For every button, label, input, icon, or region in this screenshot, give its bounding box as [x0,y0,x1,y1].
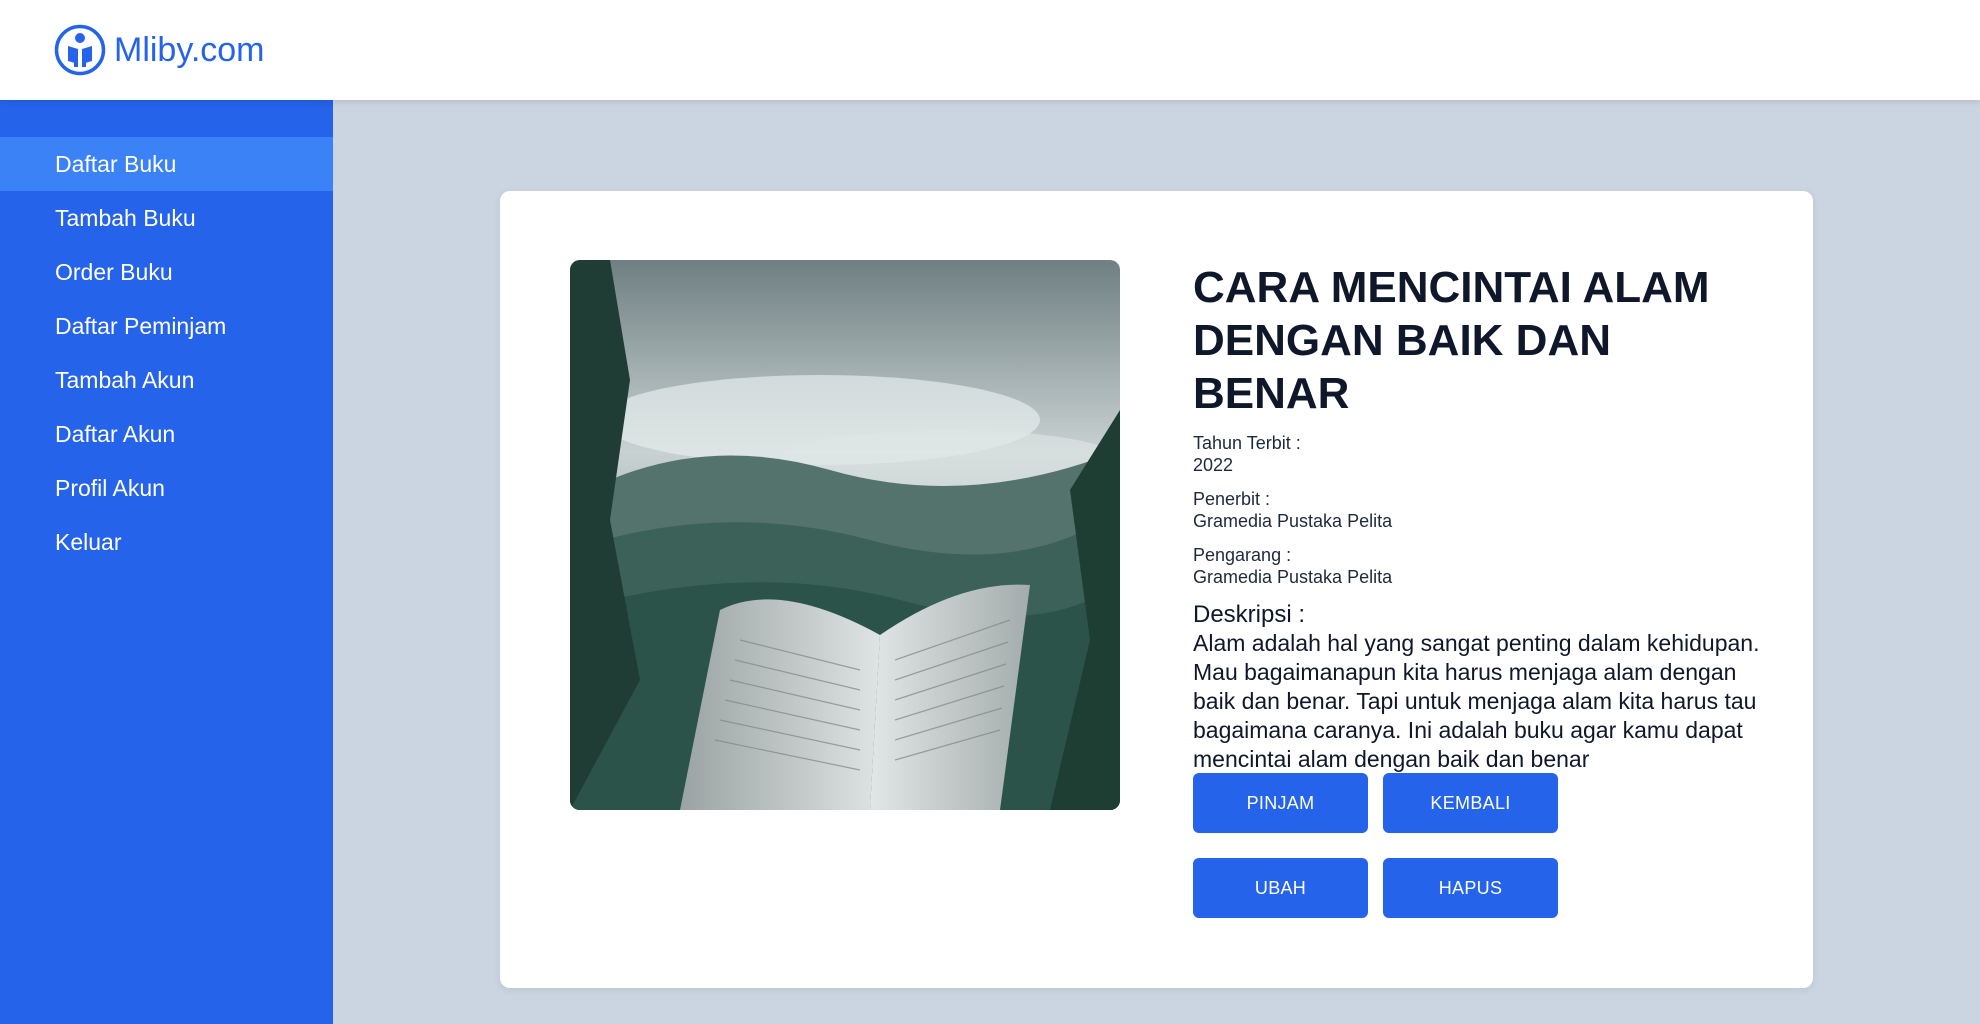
delete-button[interactable]: HAPUS [1383,858,1558,918]
year-label: Tahun Terbit : [1193,433,1301,453]
sidebar-item-daftar-peminjam[interactable]: Daftar Peminjam [0,299,333,353]
edit-button[interactable]: UBAH [1193,858,1368,918]
description-label: Deskripsi : [1193,601,1306,628]
description-text: Alam adalah hal yang sangat penting dala… [1193,630,1760,772]
book-description: Deskripsi : Alam adalah hal yang sangat … [1193,600,1763,774]
book-info: CARA MENCINTAI ALAM DENGAN BAIK DAN BENA… [1193,261,1763,774]
sidebar: Daftar Buku Tambah Buku Order Buku Dafta… [0,100,333,1024]
borrow-button[interactable]: PINJAM [1193,773,1368,833]
sidebar-item-daftar-akun[interactable]: Daftar Akun [0,407,333,461]
year-value: 2022 [1193,455,1234,475]
sidebar-item-order-buku[interactable]: Order Buku [0,245,333,299]
action-row-2: UBAH HAPUS [1193,858,1558,918]
book-publisher: Penerbit : Gramedia Pustaka Pelita [1193,488,1763,532]
sidebar-item-tambah-akun[interactable]: Tambah Akun [0,353,333,407]
book-author: Pengarang : Gramedia Pustaka Pelita [1193,544,1763,588]
sidebar-item-tambah-buku[interactable]: Tambah Buku [0,191,333,245]
publisher-value: Gramedia Pustaka Pelita [1193,511,1393,531]
action-row-1: PINJAM KEMBALI [1193,773,1558,833]
sidebar-item-daftar-buku[interactable]: Daftar Buku [0,137,333,191]
author-value: Gramedia Pustaka Pelita [1193,567,1393,587]
book-year: Tahun Terbit : 2022 [1193,432,1763,476]
return-button[interactable]: KEMBALI [1383,773,1558,833]
reader-logo-icon[interactable] [54,24,106,76]
book-title: CARA MENCINTAI ALAM DENGAN BAIK DAN BENA… [1193,263,1710,418]
book-cover-image [570,260,1120,810]
sidebar-item-profil-akun[interactable]: Profil Akun [0,461,333,515]
sidebar-item-keluar[interactable]: Keluar [0,515,333,569]
publisher-label: Penerbit : [1193,489,1271,509]
brand-name[interactable]: Mliby.com [114,33,265,67]
author-label: Pengarang : [1193,545,1292,565]
top-bar: Mliby.com [0,0,1980,100]
book-detail-card: CARA MENCINTAI ALAM DENGAN BAIK DAN BENA… [500,191,1813,988]
